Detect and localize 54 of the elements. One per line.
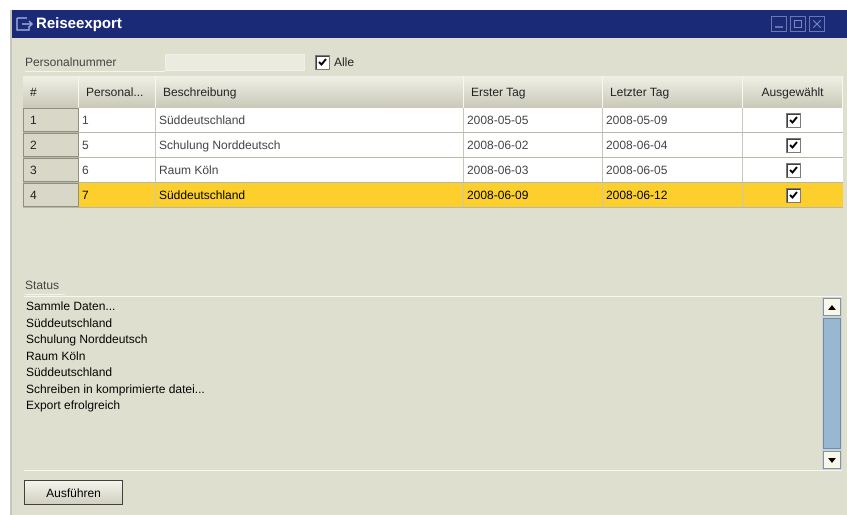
checkbox-label: Alle (334, 54, 354, 71)
row-number[interactable]: 2 (23, 133, 79, 157)
maximize-button[interactable] (790, 16, 806, 32)
table-cell: 2008-06-04 (603, 133, 743, 157)
table-cell: 2008-06-05 (603, 158, 743, 182)
close-button[interactable] (809, 16, 825, 32)
table-cell: Süddeutschland (156, 108, 464, 132)
status-line: Export efrolgreich (26, 397, 122, 414)
table-cell: 5 (79, 133, 156, 157)
status-line: Raum Köln (26, 348, 86, 364)
window-title: Reiseexport (36, 14, 122, 34)
status-line: Süddeutschland (26, 314, 114, 331)
minimize-button[interactable] (771, 16, 787, 32)
checkbox[interactable] (315, 54, 330, 70)
table-cell: 2008-05-05 (464, 108, 603, 132)
scroll-up-button[interactable] (823, 298, 841, 316)
maximize-icon (794, 20, 802, 28)
checkmark-icon (788, 116, 798, 124)
minimize-icon (775, 26, 783, 28)
table-cell: Raum Köln (156, 158, 464, 182)
checkmark-icon (788, 141, 798, 149)
scroll-thumb[interactable] (823, 318, 841, 449)
table-cell: Schulung Norddeutsch (156, 133, 464, 157)
table-cell: 2008-06-09 (464, 183, 603, 207)
close-icon (813, 20, 821, 28)
run-button[interactable]: Ausführen (24, 480, 123, 505)
checkbox[interactable] (786, 112, 800, 128)
table-cell: 6 (79, 158, 156, 182)
table-cell: 2008-05-09 (603, 108, 743, 132)
status-line: Schulung Norddeutsch (26, 331, 148, 348)
status-label: Status (25, 276, 65, 295)
table-cell: Süddeutschland (156, 183, 464, 207)
up-arrow-icon (828, 304, 836, 310)
row-number[interactable]: 3 (23, 158, 79, 182)
checkbox[interactable] (786, 188, 800, 202)
row-number[interactable]: 4 (23, 183, 79, 207)
down-arrow-icon (828, 458, 836, 462)
table-cell: 1 (79, 108, 156, 132)
scrollbar[interactable] (822, 297, 842, 470)
checkbox[interactable] (786, 138, 800, 152)
status-line: Schreiben in komprimierte datei... (26, 380, 206, 397)
window-icon (16, 17, 34, 31)
table-cell: 2008-06-02 (464, 133, 603, 157)
table-cell: 2008-06-12 (603, 183, 743, 207)
checkmark-icon (788, 191, 798, 199)
status-line: Sammle Daten... (26, 298, 116, 314)
row-number[interactable]: 1 (23, 108, 79, 132)
status-line: Süddeutschland (26, 364, 114, 380)
scroll-down-button[interactable] (823, 451, 841, 469)
checkbox[interactable] (786, 162, 800, 178)
table-cell: 2008-06-03 (464, 158, 603, 182)
checkmark-icon (788, 166, 798, 174)
checkmark-icon (318, 58, 327, 66)
table-cell: 7 (79, 183, 156, 207)
